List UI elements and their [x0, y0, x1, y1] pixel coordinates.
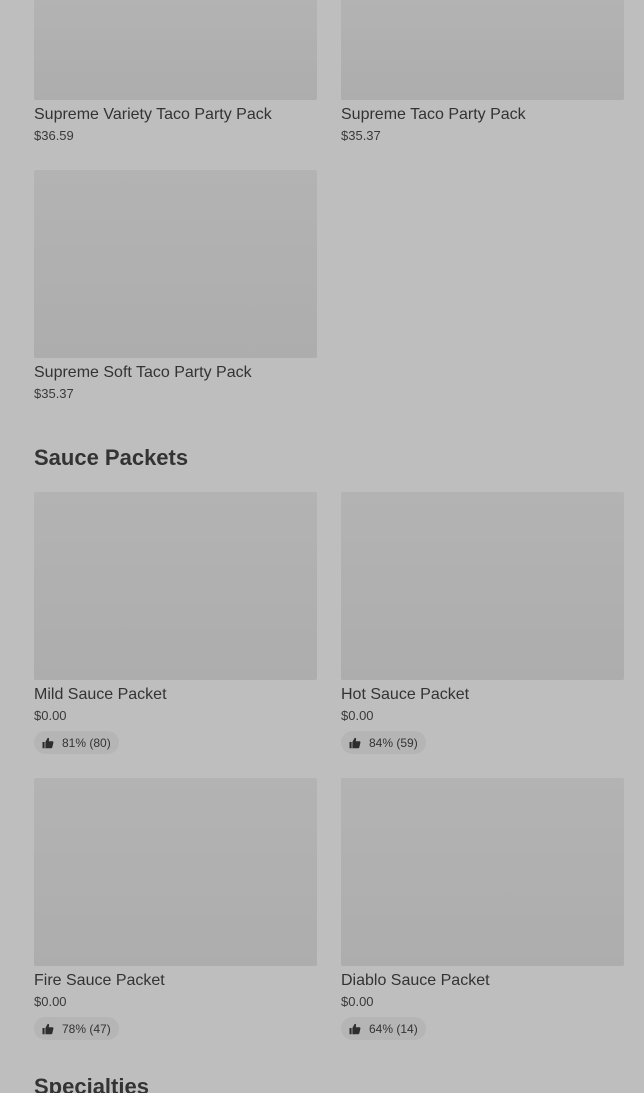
item-image[interactable]	[341, 778, 624, 966]
thumbs-up-icon	[42, 737, 54, 748]
item-price: $0.00	[34, 994, 67, 1009]
rating-badge: 78% (47)	[34, 1017, 119, 1040]
thumbs-up-icon	[349, 1023, 361, 1034]
item-image[interactable]	[34, 778, 317, 966]
rating-badge: 64% (14)	[341, 1017, 426, 1040]
item-name: Diablo Sauce Packet	[341, 972, 490, 989]
section-title-sauce-packets: Sauce Packets	[34, 445, 189, 470]
menu-item-card[interactable]: Supreme Soft Taco Party Pack $35.37	[34, 170, 317, 403]
rating-badge: 84% (59)	[341, 731, 426, 754]
item-price: $35.37	[34, 386, 74, 401]
rating-badge: 81% (80)	[34, 731, 119, 754]
item-image[interactable]	[34, 0, 317, 100]
item-price: $0.00	[34, 708, 67, 723]
item-price: $35.37	[341, 128, 381, 143]
item-name: Supreme Soft Taco Party Pack	[34, 364, 252, 381]
rating-text: 84% (59)	[369, 735, 418, 750]
rating-text: 78% (47)	[62, 1021, 111, 1036]
item-name: Supreme Taco Party Pack	[341, 106, 526, 123]
thumbs-up-icon	[42, 1023, 54, 1034]
rating-text: 81% (80)	[62, 735, 111, 750]
menu-item-card[interactable]: Hot Sauce Packet $0.00 84% (59)	[341, 492, 624, 754]
menu-item-card[interactable]: Supreme Taco Party Pack $35.37	[341, 0, 624, 145]
menu-item-card[interactable]: Supreme Variety Taco Party Pack $36.59	[34, 0, 317, 145]
item-price: $36.59	[34, 128, 74, 143]
item-price: $0.00	[341, 994, 374, 1009]
section-title-specialties: Specialties	[34, 1074, 149, 1093]
thumbs-up-icon	[349, 737, 361, 748]
menu-page: Supreme Variety Taco Party Pack $36.59 S…	[0, 0, 644, 1093]
menu-item-card[interactable]: Diablo Sauce Packet $0.00 64% (14)	[341, 778, 624, 1040]
item-image[interactable]	[34, 492, 317, 680]
item-name: Supreme Variety Taco Party Pack	[34, 106, 272, 123]
menu-item-card[interactable]: Fire Sauce Packet $0.00 78% (47)	[34, 778, 317, 1040]
item-name: Hot Sauce Packet	[341, 686, 470, 703]
item-image[interactable]	[34, 170, 317, 358]
item-name: Mild Sauce Packet	[34, 686, 167, 703]
item-name: Fire Sauce Packet	[34, 972, 165, 989]
item-image[interactable]	[341, 492, 624, 680]
item-price: $0.00	[341, 708, 374, 723]
rating-text: 64% (14)	[369, 1021, 418, 1036]
item-image[interactable]	[341, 0, 624, 100]
menu-item-card[interactable]: Mild Sauce Packet $0.00 81% (80)	[34, 492, 317, 754]
